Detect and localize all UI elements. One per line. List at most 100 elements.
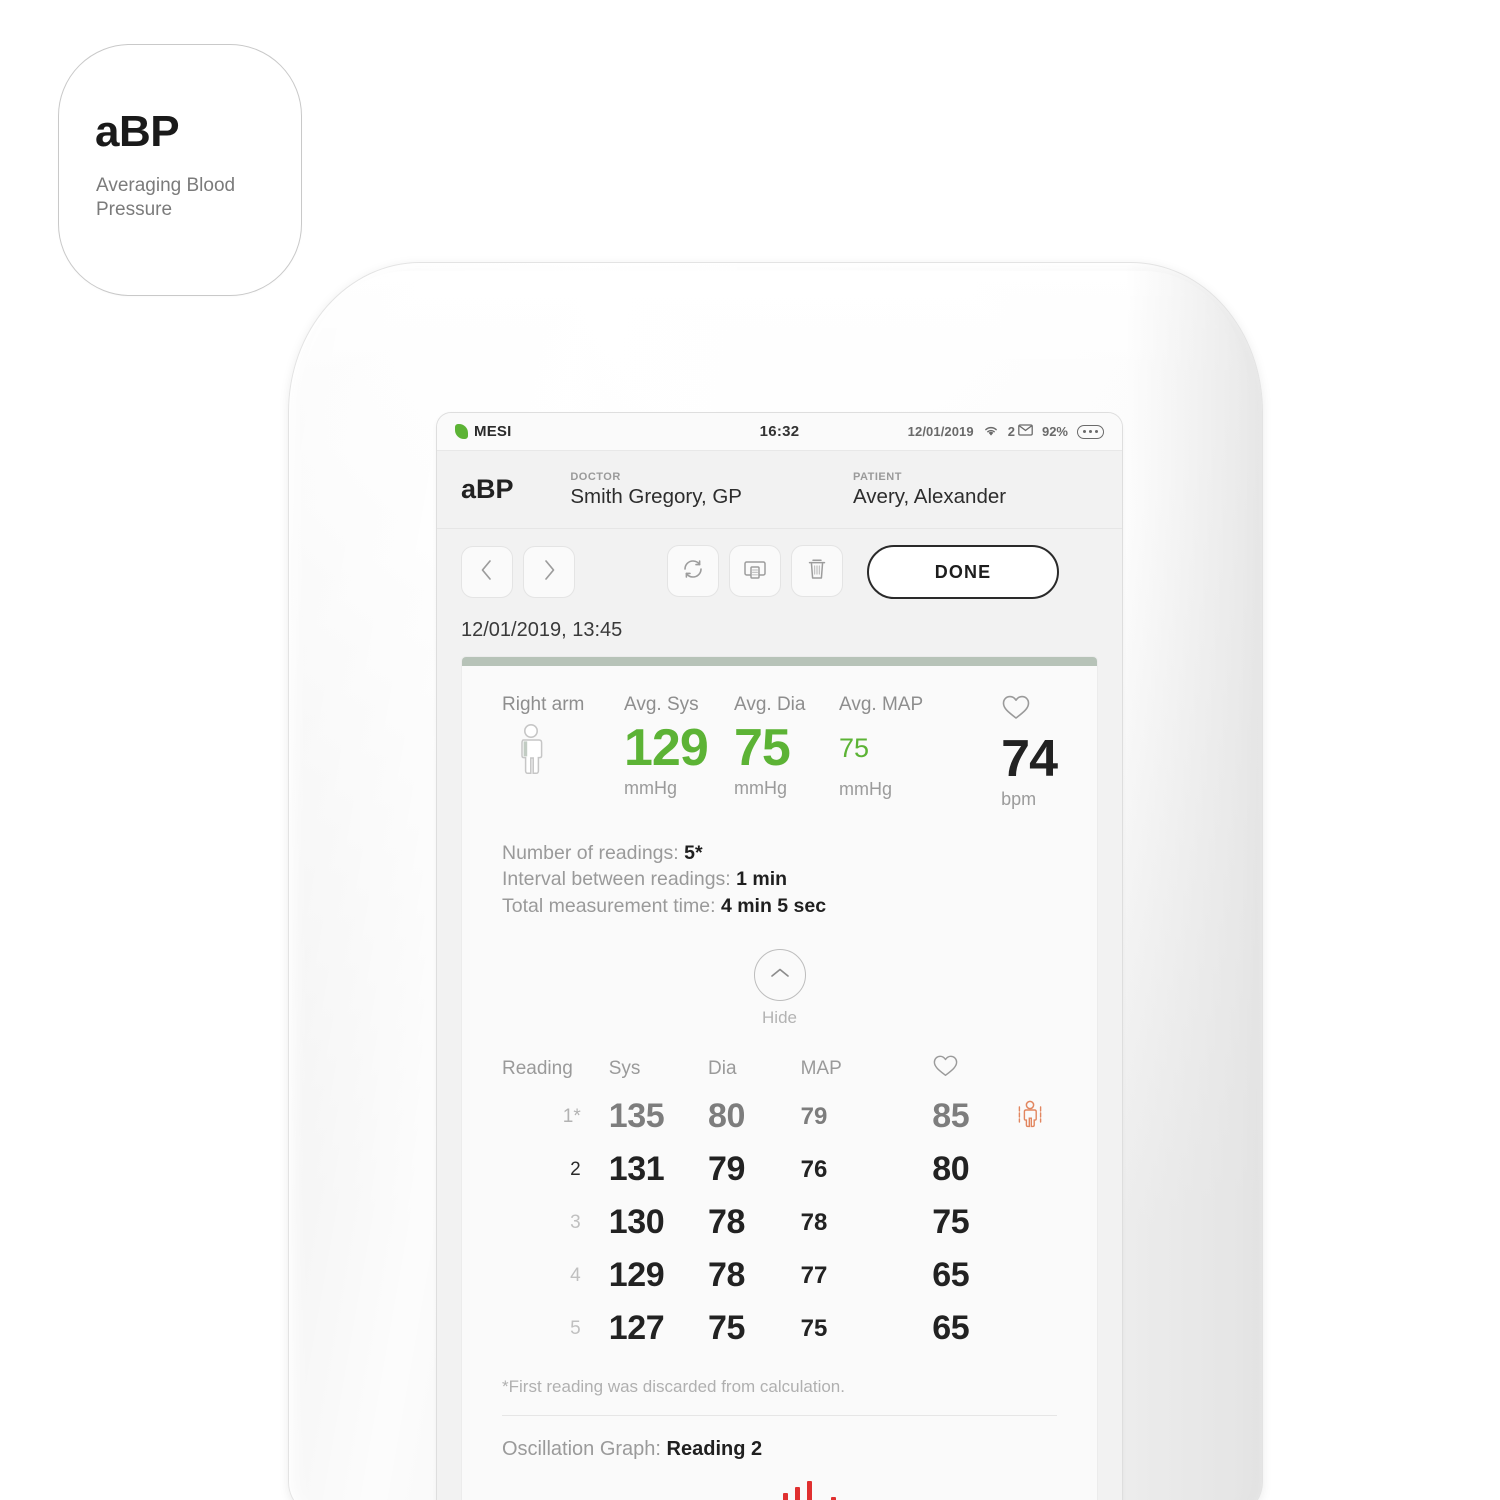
avg-dia-value: 75 — [734, 719, 791, 777]
row-index: 3 — [570, 1211, 581, 1233]
avg-dia-unit: mmHg — [734, 778, 787, 799]
row-flag — [1017, 1302, 1057, 1355]
table-row[interactable]: 4 129 78 77 65 — [502, 1249, 1057, 1302]
next-record-button[interactable] — [523, 546, 575, 598]
row-sys: 127 — [608, 1309, 665, 1348]
row-heart-rate: 75 — [932, 1203, 970, 1242]
body-right-arm-icon — [514, 723, 624, 782]
row-dia: 80 — [708, 1097, 746, 1136]
print-button[interactable] — [729, 545, 781, 597]
arm-label: Right arm — [502, 694, 585, 715]
row-flag — [1017, 1143, 1057, 1196]
avg-dia-label: Avg. Dia — [734, 694, 806, 715]
tool-buttons: DONE — [667, 545, 1059, 599]
row-sys: 135 — [608, 1097, 665, 1136]
oscillation-value: Reading 2 — [666, 1438, 763, 1461]
heart-rate-value: 74 — [1001, 730, 1058, 788]
doctor-field: DOCTOR Smith Gregory, GP — [570, 471, 853, 509]
row-dia: 79 — [708, 1150, 746, 1189]
row-index: 1* — [562, 1105, 581, 1127]
device-screen: MESI 16:32 12/01/2019 2 92% aBP DOCTOR S… — [437, 413, 1122, 1500]
heart-icon — [932, 1055, 959, 1083]
abp-feature-badge: aBP Averaging Blood Pressure — [58, 44, 302, 296]
card-accent-bar — [462, 657, 1097, 666]
battery-icon — [1077, 424, 1104, 439]
done-button[interactable]: DONE — [867, 545, 1059, 599]
row-index: 2 — [570, 1158, 581, 1180]
readings-count-line: Number of readings: 5* — [502, 840, 1057, 866]
hide-label: Hide — [762, 1008, 797, 1028]
sync-button[interactable] — [667, 545, 719, 597]
col-dia: Dia — [708, 1058, 737, 1080]
oscillation-bar — [795, 1487, 800, 1500]
result-card: Right arm Avg. Sys 129 mmHg Avg. Dia 75 … — [461, 656, 1098, 1500]
avg-sys-value: 129 — [624, 719, 709, 777]
avg-map-column: Avg. MAP 75 mmHg — [839, 694, 989, 800]
interval-line: Interval between readings: 1 min — [502, 866, 1057, 892]
measurement-info: Number of readings: 5* Interval between … — [502, 840, 1057, 919]
oscillation-label: Oscillation Graph: — [502, 1438, 661, 1461]
row-map: 79 — [800, 1102, 828, 1130]
status-bar: MESI 16:32 12/01/2019 2 92% — [437, 413, 1122, 451]
table-row[interactable]: 5 127 75 75 65 — [502, 1302, 1057, 1355]
chevron-up-icon — [768, 965, 792, 986]
patient-value: Avery, Alexander — [853, 484, 1007, 508]
oscillation-bar — [783, 1493, 788, 1500]
readings-body: 1* 135 80 79 85 2 131 79 76 80 3 130 78 … — [502, 1090, 1057, 1355]
patient-label: PATIENT — [853, 470, 902, 483]
col-flag — [1017, 1054, 1057, 1090]
oscillation-bar — [807, 1481, 812, 1500]
row-map: 76 — [800, 1155, 828, 1183]
doctor-value: Smith Gregory, GP — [570, 484, 742, 508]
arm-column: Right arm — [502, 694, 624, 782]
avg-dia-column: Avg. Dia 75 mmHg — [734, 694, 839, 799]
delete-button[interactable] — [791, 545, 843, 597]
row-heart-rate: 80 — [932, 1150, 970, 1189]
oscillation-graph-title: Oscillation Graph: Reading 2 — [502, 1438, 1057, 1461]
heart-rate-column: 74 bpm — [1001, 694, 1058, 810]
section-divider — [502, 1415, 1057, 1417]
row-heart-rate: 85 — [932, 1097, 970, 1136]
col-heart-rate — [932, 1054, 1017, 1090]
col-reading: Reading — [502, 1058, 573, 1080]
wifi-icon — [983, 424, 999, 440]
row-heart-rate: 65 — [932, 1309, 970, 1348]
row-map: 75 — [800, 1314, 828, 1342]
badge-subtitle: Averaging Blood Pressure — [96, 175, 236, 221]
previous-record-button[interactable] — [461, 546, 513, 598]
screenshot-root: aBP Averaging Blood Pressure MESI 16:32 … — [0, 0, 1500, 1500]
readings-count-value: 5* — [684, 842, 703, 865]
row-index: 4 — [570, 1264, 581, 1286]
table-row[interactable]: 1* 135 80 79 85 — [502, 1090, 1057, 1143]
row-dia: 78 — [708, 1203, 746, 1242]
action-toolbar: DONE — [437, 529, 1122, 615]
row-flag — [1017, 1196, 1057, 1249]
table-footnote: *First reading was discarded from calcul… — [502, 1377, 845, 1397]
col-map: MAP — [800, 1058, 842, 1080]
mail-icon — [1018, 424, 1033, 439]
battery-percent: 92% — [1041, 424, 1068, 439]
row-index: 5 — [570, 1317, 581, 1339]
row-map: 78 — [800, 1208, 828, 1236]
row-sys: 131 — [608, 1150, 665, 1189]
avg-sys-label: Avg. Sys — [624, 694, 699, 715]
avg-map-unit: mmHg — [839, 778, 892, 799]
total-time-value: 4 min 5 sec — [720, 894, 827, 917]
doctor-label: DOCTOR — [570, 470, 621, 483]
app-header: aBP DOCTOR Smith Gregory, GP PATIENT Ave… — [437, 451, 1122, 529]
table-header-row: Reading Sys Dia MAP — [502, 1054, 1057, 1090]
avg-sys-column: Avg. Sys 129 mmHg — [624, 694, 734, 799]
avg-map-value: 75 — [839, 733, 870, 763]
row-heart-rate: 65 — [932, 1256, 970, 1295]
table-row[interactable]: 2 131 79 76 80 — [502, 1143, 1057, 1196]
heart-icon — [1001, 694, 1057, 727]
interval-value: 1 min — [736, 868, 788, 891]
row-map: 77 — [800, 1261, 828, 1289]
avg-sys-unit: mmHg — [624, 778, 677, 799]
record-timestamp: 12/01/2019, 13:45 — [437, 615, 1122, 656]
mail-indicator: 2 — [1008, 424, 1033, 439]
table-row[interactable]: 3 130 78 78 75 — [502, 1196, 1057, 1249]
hide-button[interactable] — [753, 949, 806, 1002]
collapse-control[interactable]: Hide — [502, 949, 1057, 1028]
avg-map-label: Avg. MAP — [839, 694, 924, 715]
